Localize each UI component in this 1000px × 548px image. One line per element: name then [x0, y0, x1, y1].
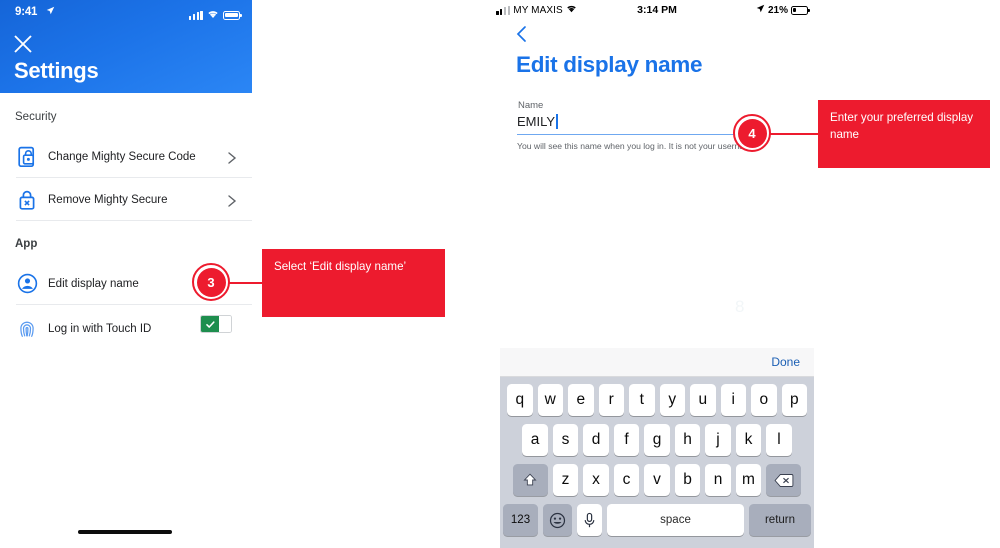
step-badge-3-number: 3: [196, 267, 226, 297]
document-lock-icon: [16, 145, 38, 169]
touch-id-toggle[interactable]: [200, 315, 232, 333]
battery-percent: 21%: [767, 4, 788, 16]
key-r[interactable]: r: [598, 384, 624, 416]
key-o[interactable]: o: [751, 384, 777, 416]
battery-low-icon: [791, 5, 810, 15]
callout-4-text: Enter your preferred display name: [818, 100, 990, 168]
key-y[interactable]: y: [659, 384, 685, 416]
divider: [16, 220, 252, 221]
chevron-right-icon: [226, 151, 238, 164]
key-u[interactable]: u: [690, 384, 716, 416]
key-e[interactable]: e: [568, 384, 594, 416]
location-arrow-icon: [756, 4, 765, 16]
page-watermark: 8: [735, 297, 745, 316]
key-k[interactable]: k: [735, 424, 762, 456]
wifi-icon: [207, 6, 219, 24]
key-l[interactable]: l: [766, 424, 792, 456]
key-s[interactable]: s: [552, 424, 579, 456]
section-label-app: App: [15, 238, 38, 250]
left-status-bar: 9:41: [0, 0, 252, 24]
keyboard-row-1: q w e r t y u i o p: [503, 384, 811, 416]
key-x[interactable]: x: [583, 464, 609, 496]
page-title: Settings: [14, 58, 99, 83]
divider: [16, 304, 252, 305]
page-title: Edit display name: [516, 52, 703, 77]
key-m[interactable]: m: [735, 464, 762, 496]
chevron-left-icon[interactable]: [514, 24, 530, 44]
key-space[interactable]: space: [607, 504, 744, 536]
status-indicators: 21%: [756, 4, 810, 16]
key-return[interactable]: return: [749, 504, 811, 536]
sidebar-item-remove-mighty-secure[interactable]: Remove Mighty Secure: [0, 178, 252, 221]
text-caret: [556, 114, 558, 129]
row-label: Log in with Touch ID: [48, 322, 152, 335]
callout-connector-4: [766, 133, 820, 135]
name-field-label: Name: [518, 100, 544, 111]
key-n[interactable]: n: [705, 464, 731, 496]
key-numbers[interactable]: 123: [503, 504, 538, 536]
key-p[interactable]: p: [781, 384, 807, 416]
sidebar-item-login-with-touch-id[interactable]: Log in with Touch ID: [0, 307, 252, 350]
callout-3-text: Select ‘Edit display name’: [262, 249, 445, 317]
close-icon[interactable]: [12, 33, 34, 55]
backspace-delete-icon[interactable]: [766, 464, 802, 496]
smiley-emoji-icon[interactable]: [543, 504, 572, 536]
chevron-right-icon: [226, 194, 238, 207]
callout-connector-3: [228, 282, 264, 284]
user-avatar-icon: [16, 272, 38, 296]
toggle-knob: [219, 316, 231, 332]
key-v[interactable]: v: [644, 464, 670, 496]
row-label: Edit display name: [48, 277, 139, 290]
status-indicators: [188, 6, 242, 24]
lock-x-icon: [16, 188, 38, 212]
right-status-bar: MY MAXIS 3:14 PM 21%: [492, 0, 822, 22]
step-badge-4: 4: [733, 114, 771, 152]
keyboard-row-2: a s d f g h j k l: [503, 424, 811, 456]
onscreen-keyboard: Done q w e r t y u i o p a s d f g h j k…: [500, 348, 814, 548]
battery-full-icon: [223, 10, 242, 20]
section-label-security: Security: [15, 111, 57, 123]
toggle-check-icon: [201, 316, 219, 332]
key-a[interactable]: a: [522, 424, 548, 456]
key-i[interactable]: i: [720, 384, 746, 416]
key-q[interactable]: q: [507, 384, 533, 416]
key-d[interactable]: d: [583, 424, 609, 456]
key-z[interactable]: z: [552, 464, 579, 496]
key-h[interactable]: h: [674, 424, 701, 456]
row-label: Remove Mighty Secure: [48, 193, 168, 206]
keyboard-keys: q w e r t y u i o p a s d f g h j k l z …: [500, 377, 814, 548]
keyboard-done-button[interactable]: Done: [771, 355, 800, 369]
key-g[interactable]: g: [644, 424, 670, 456]
screenshot-root: 9:41 Settings Security Change Mighty Sec…: [0, 0, 1000, 548]
key-t[interactable]: t: [629, 384, 655, 416]
home-indicator: [78, 530, 172, 534]
keyboard-row-4: 123 space return: [503, 504, 811, 536]
keyboard-row-3: z x c v b n m: [503, 464, 811, 496]
location-arrow-icon: [46, 6, 55, 18]
keyboard-toolbar: Done: [500, 348, 814, 377]
fingerprint-icon: [16, 317, 38, 341]
microphone-icon[interactable]: [577, 504, 602, 536]
key-f[interactable]: f: [613, 424, 640, 456]
right-phone-screen-edit-display-name: MY MAXIS 3:14 PM 21% Edit display name N…: [492, 0, 822, 548]
shift-up-icon[interactable]: [512, 464, 548, 496]
key-c[interactable]: c: [613, 464, 640, 496]
name-input[interactable]: EMILY: [517, 114, 558, 129]
key-w[interactable]: w: [537, 384, 563, 416]
sidebar-item-change-mighty-secure-code[interactable]: Change Mighty Secure Code: [0, 135, 252, 178]
row-label: Change Mighty Secure Code: [48, 150, 196, 163]
key-b[interactable]: b: [674, 464, 701, 496]
cellular-signal-icon: [188, 10, 203, 20]
step-badge-3: 3: [192, 263, 230, 301]
key-j[interactable]: j: [705, 424, 731, 456]
status-time: 9:41: [15, 6, 38, 18]
name-input-value: EMILY: [517, 114, 556, 129]
step-badge-4-number: 4: [737, 118, 767, 148]
settings-header: 9:41 Settings: [0, 0, 252, 93]
